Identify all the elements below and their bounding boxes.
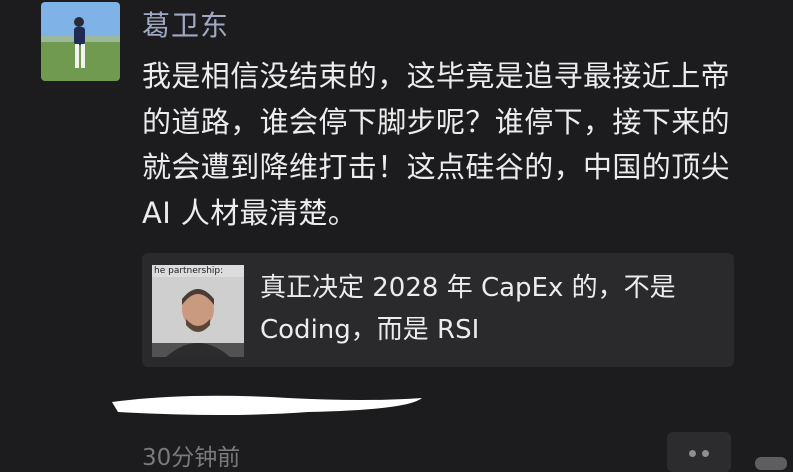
- timestamp: 30分钟前: [142, 445, 241, 471]
- link-title: 真正决定 2028 年 CapEx 的，不是 Coding，而是 RSI: [260, 273, 676, 345]
- avatar[interactable]: [41, 2, 120, 81]
- link-card[interactable]: he partnership: 真正决定 2028 年 CapEx 的，不是 C…: [142, 253, 734, 367]
- watermark: [755, 457, 787, 470]
- post-text: 我是相信没结束的，这毕竟是追寻最接近上帝的道路，谁会停下脚步呢？谁停下，接下来的…: [142, 59, 731, 230]
- link-thumbnail: he partnership:: [152, 265, 244, 357]
- avatar-photo: [41, 2, 120, 81]
- author-name[interactable]: 葛卫东: [142, 4, 229, 44]
- redaction-scribble: [112, 395, 422, 415]
- more-button[interactable]: [667, 432, 731, 472]
